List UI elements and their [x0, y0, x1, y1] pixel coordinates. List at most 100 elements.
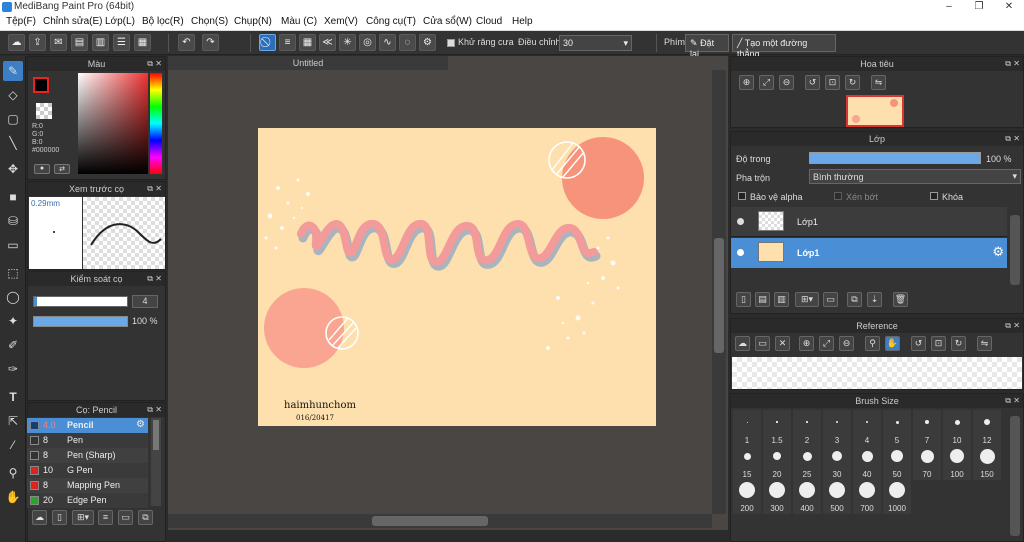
fit-icon[interactable]: ⤢: [759, 75, 774, 90]
brush-size-option[interactable]: 7: [913, 410, 941, 446]
eyedropper-tool-icon[interactable]: ⚲: [3, 463, 23, 483]
open-folder-icon[interactable]: ▭: [755, 336, 770, 351]
eye-icon[interactable]: [737, 249, 744, 256]
brush-size-option[interactable]: 500: [823, 478, 851, 514]
gear-icon[interactable]: ⚙: [136, 419, 145, 430]
vertical-scrollbar[interactable]: [712, 70, 726, 514]
reset-view-icon[interactable]: ⊡: [825, 75, 840, 90]
clipping-checkbox[interactable]: [834, 192, 842, 200]
brush-size-option[interactable]: 200: [733, 478, 761, 514]
duplicate-layer-icon[interactable]: ⧉: [847, 292, 862, 307]
hand-tool-icon[interactable]: ✋: [3, 487, 23, 507]
close-icon[interactable]: ✕: [155, 182, 162, 196]
document-icon[interactable]: ▤: [71, 34, 88, 51]
lasso-tool-icon[interactable]: ◯: [3, 287, 23, 307]
divide-tool-icon[interactable]: ⁄: [3, 435, 23, 455]
menu-capture[interactable]: Chụp(N): [234, 16, 272, 27]
upload-icon[interactable]: ⇪: [29, 34, 46, 51]
menu-filter[interactable]: Bộ lọc(R): [142, 16, 184, 27]
reset-view-icon[interactable]: ⊡: [931, 336, 946, 351]
text-tool-icon[interactable]: T: [3, 387, 23, 407]
horizontal-scrollbar[interactable]: [168, 514, 712, 528]
perspective-snap-icon[interactable]: ≪: [319, 34, 336, 51]
radial-snap-icon[interactable]: ✳: [339, 34, 356, 51]
bucket-tool-icon[interactable]: ⛁: [3, 211, 23, 231]
hand-icon[interactable]: ✋: [885, 336, 900, 351]
move-tool-icon[interactable]: ✥: [3, 159, 23, 179]
cloud-brush-icon[interactable]: ☁: [32, 510, 47, 525]
gear-icon[interactable]: ⚙: [992, 244, 1004, 260]
layer-row[interactable]: Lớp1: [731, 207, 1007, 237]
rotate-left-icon[interactable]: ↺: [911, 336, 926, 351]
magic-wand-tool-icon[interactable]: ✦: [3, 311, 23, 331]
protect-alpha-checkbox[interactable]: [738, 192, 746, 200]
menu-cloud[interactable]: Cloud: [476, 16, 502, 27]
list-icon[interactable]: ☰: [113, 34, 130, 51]
brush-list-item[interactable]: 8 Pen (Sharp): [27, 448, 148, 463]
close-icon[interactable]: ✕: [1013, 394, 1020, 408]
ellipse-snap-icon[interactable]: ◌: [399, 34, 416, 51]
lock-checkbox[interactable]: [930, 192, 938, 200]
menu-file[interactable]: Tệp(F): [6, 16, 36, 27]
operation-tool-icon[interactable]: ⇱: [3, 411, 23, 431]
menu-edit[interactable]: Chỉnh sửa(E): [43, 16, 103, 27]
drawing-canvas[interactable]: haimhunchom 016/20417: [258, 128, 656, 426]
duplicate-brush-icon[interactable]: ⧉: [138, 510, 153, 525]
close-icon[interactable]: ✕: [155, 403, 162, 417]
select-eraser-tool-icon[interactable]: ✑: [3, 359, 23, 379]
menu-window[interactable]: Cửa sổ(W): [423, 16, 472, 27]
grid-snap-icon[interactable]: ▦: [299, 34, 316, 51]
correction-select[interactable]: 30 ▾: [559, 35, 632, 51]
primary-color-swatch[interactable]: [33, 77, 49, 93]
popout-icon[interactable]: ⧉: [147, 57, 153, 71]
gradient-tool-icon[interactable]: ▭: [3, 235, 23, 255]
menu-layer[interactable]: Lớp(L): [105, 16, 135, 27]
rotate-left-icon[interactable]: ↺: [805, 75, 820, 90]
brush-list-item[interactable]: 20 Edge Pen: [27, 493, 148, 508]
menu-select[interactable]: Chọn(S): [191, 16, 228, 27]
reset-button[interactable]: ✎ Đặt lại: [685, 34, 729, 59]
brush-size-option[interactable]: 40: [853, 444, 881, 480]
select-pen-tool-icon[interactable]: ✐: [3, 335, 23, 355]
new-8bit-layer-icon[interactable]: ▥: [774, 292, 789, 307]
brush-size-option[interactable]: 30: [823, 444, 851, 480]
brush-tool-icon[interactable]: ✎: [3, 61, 23, 81]
brush-list-item-selected[interactable]: 4.0 Pencil ⚙: [27, 418, 148, 433]
eye-icon[interactable]: [737, 218, 744, 225]
redo-icon[interactable]: ↷: [202, 34, 219, 51]
menu-color[interactable]: Màu (C): [281, 16, 317, 27]
snap-off-icon[interactable]: ⃠: [259, 34, 276, 51]
zoom-out-icon[interactable]: ⊖: [779, 75, 794, 90]
brush-size-value[interactable]: 4: [132, 295, 158, 308]
brush-size-option[interactable]: 15: [733, 444, 761, 480]
saturation-value-picker[interactable]: [78, 73, 148, 174]
layer-opacity-slider[interactable]: [809, 152, 981, 164]
menu-tools[interactable]: Công cụ(T): [366, 16, 416, 27]
popout-icon[interactable]: ⧉: [147, 182, 153, 196]
secondary-color-swatch[interactable]: [36, 103, 52, 119]
folder-icon[interactable]: ▭: [823, 292, 838, 307]
flip-icon[interactable]: ⇋: [977, 336, 992, 351]
chat-icon[interactable]: ✉: [50, 34, 67, 51]
select-tool-icon[interactable]: ⬚: [3, 263, 23, 283]
circle-snap-icon[interactable]: ◎: [359, 34, 376, 51]
create-line-button[interactable]: ╱ Tạo một đường thẳng: [732, 34, 836, 59]
layer-row-selected[interactable]: Lớp1 ⚙: [731, 238, 1007, 268]
fit-icon[interactable]: ⤢: [819, 336, 834, 351]
brush-size-option[interactable]: 12: [973, 410, 1001, 446]
brush-size-option[interactable]: 25: [793, 444, 821, 480]
close-icon[interactable]: ✕: [1013, 132, 1020, 146]
brush-list-item[interactable]: 8 Mapping Pen: [27, 478, 148, 493]
blend-select[interactable]: Bình thường ▾: [809, 169, 1021, 184]
brush-size-option[interactable]: 2: [793, 410, 821, 446]
close-icon[interactable]: ✕: [1013, 319, 1020, 333]
navigator-thumbnail[interactable]: [846, 95, 904, 127]
merge-layer-icon[interactable]: ⇣: [867, 292, 882, 307]
close-icon[interactable]: ✕: [155, 272, 162, 286]
brush-size-option[interactable]: 4: [853, 410, 881, 446]
swap-color-icon[interactable]: ⇄: [54, 164, 70, 174]
rectangle-tool-icon[interactable]: ▢: [3, 109, 23, 129]
brush-size-option[interactable]: 10: [943, 410, 971, 446]
palette-icon[interactable]: ●: [34, 164, 50, 174]
brush-size-option[interactable]: 100: [943, 444, 971, 480]
